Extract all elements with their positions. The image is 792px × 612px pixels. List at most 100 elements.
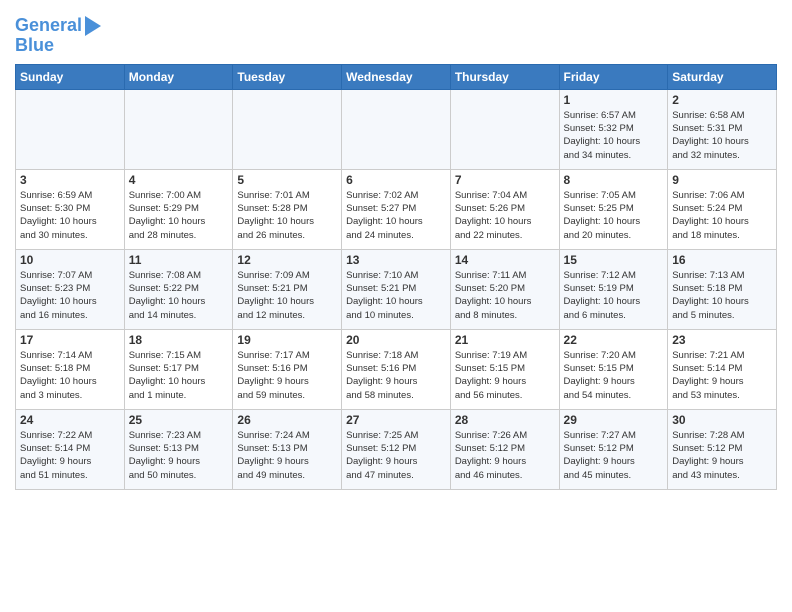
day-number: 20 — [346, 333, 446, 347]
col-header-sunday: Sunday — [16, 64, 125, 89]
day-number: 30 — [672, 413, 772, 427]
day-info: Sunrise: 7:11 AM Sunset: 5:20 PM Dayligh… — [455, 269, 555, 322]
calendar-cell: 18 Sunrise: 7:15 AM Sunset: 5:17 PM Dayli… — [124, 329, 233, 409]
calendar-cell: 27 Sunrise: 7:25 AM Sunset: 5:12 PM Dayli… — [342, 409, 451, 489]
col-header-saturday: Saturday — [668, 64, 777, 89]
day-number: 2 — [672, 93, 772, 107]
calendar-cell — [450, 89, 559, 169]
day-info: Sunrise: 7:09 AM Sunset: 5:21 PM Dayligh… — [237, 269, 337, 322]
day-number: 15 — [564, 253, 664, 267]
calendar-cell: 28 Sunrise: 7:26 AM Sunset: 5:12 PM Dayli… — [450, 409, 559, 489]
day-number: 17 — [20, 333, 120, 347]
day-number: 9 — [672, 173, 772, 187]
day-number: 29 — [564, 413, 664, 427]
day-number: 25 — [129, 413, 229, 427]
day-number: 23 — [672, 333, 772, 347]
calendar-table: SundayMondayTuesdayWednesdayThursdayFrid… — [15, 64, 777, 490]
col-header-thursday: Thursday — [450, 64, 559, 89]
col-header-friday: Friday — [559, 64, 668, 89]
calendar-cell: 2 Sunrise: 6:58 AM Sunset: 5:31 PM Daylig… — [668, 89, 777, 169]
calendar-cell — [124, 89, 233, 169]
calendar-cell: 7 Sunrise: 7:04 AM Sunset: 5:26 PM Daylig… — [450, 169, 559, 249]
calendar-cell: 12 Sunrise: 7:09 AM Sunset: 5:21 PM Dayli… — [233, 249, 342, 329]
day-number: 14 — [455, 253, 555, 267]
logo: General Blue — [15, 16, 101, 56]
day-info: Sunrise: 7:02 AM Sunset: 5:27 PM Dayligh… — [346, 189, 446, 242]
header: General Blue — [15, 10, 777, 56]
day-info: Sunrise: 7:23 AM Sunset: 5:13 PM Dayligh… — [129, 429, 229, 482]
day-info: Sunrise: 6:59 AM Sunset: 5:30 PM Dayligh… — [20, 189, 120, 242]
day-info: Sunrise: 7:25 AM Sunset: 5:12 PM Dayligh… — [346, 429, 446, 482]
calendar-cell: 29 Sunrise: 7:27 AM Sunset: 5:12 PM Dayli… — [559, 409, 668, 489]
day-number: 24 — [20, 413, 120, 427]
calendar-cell — [342, 89, 451, 169]
day-number: 8 — [564, 173, 664, 187]
day-info: Sunrise: 7:08 AM Sunset: 5:22 PM Dayligh… — [129, 269, 229, 322]
day-number: 11 — [129, 253, 229, 267]
day-number: 3 — [20, 173, 120, 187]
logo-text-line1: General — [15, 16, 82, 36]
day-info: Sunrise: 7:12 AM Sunset: 5:19 PM Dayligh… — [564, 269, 664, 322]
col-header-monday: Monday — [124, 64, 233, 89]
day-number: 12 — [237, 253, 337, 267]
day-info: Sunrise: 7:17 AM Sunset: 5:16 PM Dayligh… — [237, 349, 337, 402]
day-info: Sunrise: 7:26 AM Sunset: 5:12 PM Dayligh… — [455, 429, 555, 482]
day-number: 4 — [129, 173, 229, 187]
calendar-cell: 4 Sunrise: 7:00 AM Sunset: 5:29 PM Daylig… — [124, 169, 233, 249]
calendar-cell: 11 Sunrise: 7:08 AM Sunset: 5:22 PM Dayli… — [124, 249, 233, 329]
col-header-wednesday: Wednesday — [342, 64, 451, 89]
calendar-cell: 22 Sunrise: 7:20 AM Sunset: 5:15 PM Dayli… — [559, 329, 668, 409]
day-info: Sunrise: 7:18 AM Sunset: 5:16 PM Dayligh… — [346, 349, 446, 402]
day-number: 28 — [455, 413, 555, 427]
day-info: Sunrise: 7:01 AM Sunset: 5:28 PM Dayligh… — [237, 189, 337, 242]
day-info: Sunrise: 7:24 AM Sunset: 5:13 PM Dayligh… — [237, 429, 337, 482]
day-info: Sunrise: 7:15 AM Sunset: 5:17 PM Dayligh… — [129, 349, 229, 402]
day-number: 27 — [346, 413, 446, 427]
calendar-cell: 6 Sunrise: 7:02 AM Sunset: 5:27 PM Daylig… — [342, 169, 451, 249]
calendar-cell: 21 Sunrise: 7:19 AM Sunset: 5:15 PM Dayli… — [450, 329, 559, 409]
calendar-cell: 30 Sunrise: 7:28 AM Sunset: 5:12 PM Dayli… — [668, 409, 777, 489]
day-info: Sunrise: 7:10 AM Sunset: 5:21 PM Dayligh… — [346, 269, 446, 322]
day-number: 26 — [237, 413, 337, 427]
day-info: Sunrise: 7:14 AM Sunset: 5:18 PM Dayligh… — [20, 349, 120, 402]
day-info: Sunrise: 6:57 AM Sunset: 5:32 PM Dayligh… — [564, 109, 664, 162]
day-number: 16 — [672, 253, 772, 267]
day-info: Sunrise: 7:00 AM Sunset: 5:29 PM Dayligh… — [129, 189, 229, 242]
calendar-cell: 3 Sunrise: 6:59 AM Sunset: 5:30 PM Daylig… — [16, 169, 125, 249]
calendar-cell: 13 Sunrise: 7:10 AM Sunset: 5:21 PM Dayli… — [342, 249, 451, 329]
day-number: 1 — [564, 93, 664, 107]
day-info: Sunrise: 6:58 AM Sunset: 5:31 PM Dayligh… — [672, 109, 772, 162]
day-info: Sunrise: 7:13 AM Sunset: 5:18 PM Dayligh… — [672, 269, 772, 322]
calendar-cell: 19Sunrise: 7:17 AM Sunset: 5:16 PM Dayli… — [233, 329, 342, 409]
day-info: Sunrise: 7:19 AM Sunset: 5:15 PM Dayligh… — [455, 349, 555, 402]
calendar-cell: 8 Sunrise: 7:05 AM Sunset: 5:25 PM Daylig… — [559, 169, 668, 249]
calendar-cell: 26 Sunrise: 7:24 AM Sunset: 5:13 PM Dayli… — [233, 409, 342, 489]
day-number: 18 — [129, 333, 229, 347]
day-number: 7 — [455, 173, 555, 187]
calendar-cell: 15 Sunrise: 7:12 AM Sunset: 5:19 PM Dayli… — [559, 249, 668, 329]
calendar-cell: 25 Sunrise: 7:23 AM Sunset: 5:13 PM Dayli… — [124, 409, 233, 489]
calendar-cell: 23Sunrise: 7:21 AM Sunset: 5:14 PM Dayli… — [668, 329, 777, 409]
day-number: 13 — [346, 253, 446, 267]
calendar-cell: 10 Sunrise: 7:07 AM Sunset: 5:23 PM Dayli… — [16, 249, 125, 329]
day-info: Sunrise: 7:20 AM Sunset: 5:15 PM Dayligh… — [564, 349, 664, 402]
calendar-cell: 14 Sunrise: 7:11 AM Sunset: 5:20 PM Dayli… — [450, 249, 559, 329]
day-info: Sunrise: 7:04 AM Sunset: 5:26 PM Dayligh… — [455, 189, 555, 242]
day-number: 21 — [455, 333, 555, 347]
day-info: Sunrise: 7:22 AM Sunset: 5:14 PM Dayligh… — [20, 429, 120, 482]
calendar-cell — [16, 89, 125, 169]
day-info: Sunrise: 7:28 AM Sunset: 5:12 PM Dayligh… — [672, 429, 772, 482]
calendar-cell: 17 Sunrise: 7:14 AM Sunset: 5:18 PM Dayli… — [16, 329, 125, 409]
day-info: Sunrise: 7:06 AM Sunset: 5:24 PM Dayligh… — [672, 189, 772, 242]
day-number: 22 — [564, 333, 664, 347]
day-info: Sunrise: 7:05 AM Sunset: 5:25 PM Dayligh… — [564, 189, 664, 242]
logo-text-line2: Blue — [15, 36, 54, 56]
col-header-tuesday: Tuesday — [233, 64, 342, 89]
calendar-cell: 1 Sunrise: 6:57 AM Sunset: 5:32 PM Daylig… — [559, 89, 668, 169]
calendar-cell: 5Sunrise: 7:01 AM Sunset: 5:28 PM Daylig… — [233, 169, 342, 249]
day-info: Sunrise: 7:27 AM Sunset: 5:12 PM Dayligh… — [564, 429, 664, 482]
day-number: 10 — [20, 253, 120, 267]
calendar-cell: 16 Sunrise: 7:13 AM Sunset: 5:18 PM Dayli… — [668, 249, 777, 329]
day-info: Sunrise: 7:07 AM Sunset: 5:23 PM Dayligh… — [20, 269, 120, 322]
day-number: 6 — [346, 173, 446, 187]
